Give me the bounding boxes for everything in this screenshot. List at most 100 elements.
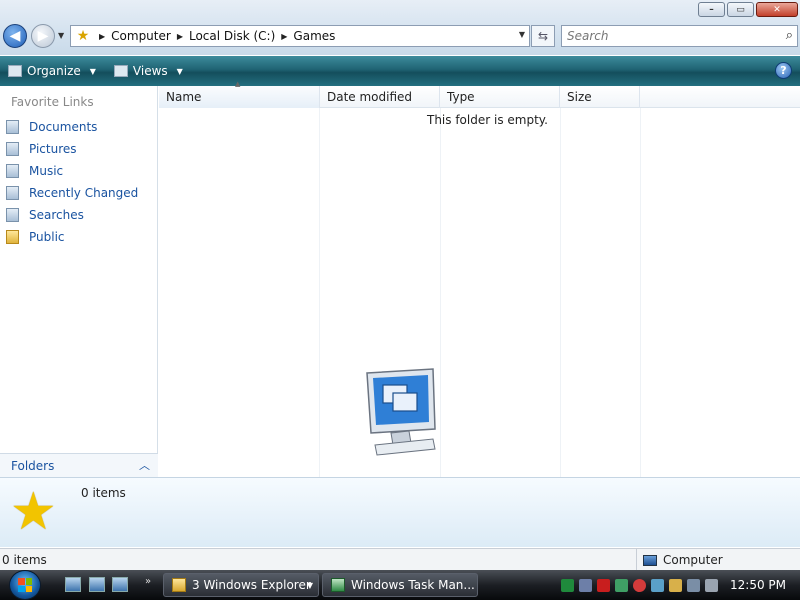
chevron-right-icon[interactable]: ▶ <box>281 32 287 41</box>
task-manager-icon <box>331 578 345 592</box>
chevron-right-icon[interactable]: ▶ <box>99 32 105 41</box>
column-header-size[interactable]: Size <box>560 86 640 108</box>
chevron-right-icon[interactable]: ▶ <box>177 32 183 41</box>
column-label: Type <box>447 90 475 104</box>
favorite-links-heading: Favorite Links <box>11 95 94 109</box>
minimize-button[interactable]: – <box>698 2 725 17</box>
start-button[interactable] <box>9 570 41 600</box>
pictures-icon <box>6 142 19 156</box>
column-label: Size <box>567 90 592 104</box>
search-icon[interactable]: ⌕ <box>786 28 793 43</box>
details-item-count: 0 items <box>81 486 126 500</box>
help-button[interactable]: ? <box>775 62 792 79</box>
column-divider <box>319 108 320 477</box>
nav-link-label: Public <box>29 230 65 244</box>
show-desktop-icon[interactable] <box>65 577 81 592</box>
music-icon <box>6 164 19 178</box>
nav-link-searches[interactable]: Searches <box>6 208 84 222</box>
column-divider <box>440 108 441 477</box>
tray-device-icon[interactable] <box>651 578 664 592</box>
back-button[interactable]: ◀ <box>3 24 27 48</box>
column-label: Name <box>166 90 202 104</box>
tray-help-icon[interactable] <box>597 578 610 592</box>
status-location: Computer <box>636 549 723 570</box>
quick-launch-more-icon[interactable]: » <box>145 576 151 587</box>
window-controls: – ▭ ✕ <box>698 2 798 17</box>
sort-ascending-icon: ▲ <box>235 80 241 88</box>
nav-link-public[interactable]: Public <box>6 230 65 244</box>
recently-changed-icon <box>6 186 19 200</box>
column-label: Date modified <box>327 90 413 104</box>
chevron-down-icon: ▼ <box>89 66 96 76</box>
nav-link-label: Searches <box>29 208 84 222</box>
breadcrumb-computer[interactable]: Computer <box>111 29 171 43</box>
clock[interactable]: 12:50 PM <box>730 578 786 592</box>
folder-icon <box>172 578 186 592</box>
nav-link-music[interactable]: Music <box>6 164 63 178</box>
taskbar-button-windows-explorer[interactable]: 3 Windows Explorer ▼ <box>163 573 319 597</box>
organize-label: Organize <box>27 64 81 78</box>
views-icon <box>113 65 128 77</box>
tray-sync-icon[interactable] <box>615 578 628 592</box>
file-list: Name ▲ Date modified Type Size This fold… <box>159 80 800 477</box>
tray-update-icon[interactable] <box>669 578 682 592</box>
details-pane: ★ 0 items <box>0 477 800 547</box>
monitor-icon <box>366 368 436 456</box>
breadcrumb-local-disk[interactable]: Local Disk (C:) <box>189 29 275 43</box>
tray-network-icon[interactable] <box>579 578 592 592</box>
empty-folder-message: This folder is empty. <box>427 113 548 127</box>
status-item-count: 0 items <box>2 553 47 567</box>
favorites-star-icon: ★ <box>10 482 57 542</box>
breadcrumb-games[interactable]: Games <box>293 29 335 43</box>
searches-icon <box>6 208 19 222</box>
views-button[interactable]: Views ▼ <box>113 64 183 78</box>
nav-link-label: Pictures <box>29 142 77 156</box>
refresh-icon: ⇆ <box>537 29 549 43</box>
volume-muted-icon[interactable] <box>705 578 718 592</box>
forward-arrow-icon: ▶ <box>37 28 49 44</box>
recent-pages-dropdown[interactable]: ▼ <box>58 31 64 40</box>
chevron-down-icon: ▼ <box>306 580 313 590</box>
nav-link-recently-changed[interactable]: Recently Changed <box>6 186 138 200</box>
refresh-button[interactable]: ⇆ <box>531 25 555 47</box>
column-header-date-modified[interactable]: Date modified <box>320 86 440 108</box>
maximize-button[interactable]: ▭ <box>727 2 754 17</box>
internet-explorer-icon[interactable] <box>112 577 128 592</box>
folders-toggle[interactable]: Folders ︿ <box>0 453 158 477</box>
documents-icon <box>6 120 19 134</box>
computer-icon <box>643 554 657 566</box>
windows-logo-icon <box>18 578 32 592</box>
nav-link-label: Documents <box>29 120 98 134</box>
status-location-label: Computer <box>663 553 723 567</box>
nav-link-label: Music <box>29 164 64 178</box>
back-arrow-icon: ◀ <box>9 28 21 44</box>
tray-app-icon[interactable] <box>561 578 574 592</box>
explorer-window: – ▭ ✕ ◀ ▶ ▼ ★ ▶ Computer ▶ Local Disk (C… <box>0 0 800 570</box>
chevron-down-icon: ▼ <box>176 66 183 76</box>
taskbar: » 3 Windows Explorer ▼ Windows Task Man.… <box>0 570 800 600</box>
tray-connection-icon[interactable] <box>687 578 700 592</box>
command-bar: Organize ▼ Views ▼ ? <box>0 56 800 86</box>
search-input[interactable]: Search ⌕ <box>561 25 798 47</box>
task-label: 3 Windows Explorer <box>192 578 311 592</box>
nav-link-label: Recently Changed <box>29 186 139 200</box>
column-header-name[interactable]: Name ▲ <box>159 80 320 108</box>
address-bar[interactable]: ★ ▶ Computer ▶ Local Disk (C:) ▶ Games ▼ <box>70 25 530 47</box>
forward-button[interactable]: ▶ <box>31 24 55 48</box>
close-button[interactable]: ✕ <box>756 2 798 17</box>
organize-button[interactable]: Organize ▼ <box>8 64 96 78</box>
chevron-up-icon: ︿ <box>139 459 150 472</box>
nav-link-documents[interactable]: Documents <box>6 120 97 134</box>
nav-link-pictures[interactable]: Pictures <box>6 142 77 156</box>
status-bar: 0 items Computer <box>0 548 800 570</box>
organize-icon <box>8 65 22 77</box>
task-label: Windows Task Man... <box>351 578 475 592</box>
views-label: Views <box>132 64 168 78</box>
title-address-bar: – ▭ ✕ ◀ ▶ ▼ ★ ▶ Computer ▶ Local Disk (C… <box>0 0 800 55</box>
switch-windows-icon[interactable] <box>89 577 105 592</box>
address-dropdown-icon[interactable]: ▼ <box>519 30 525 39</box>
column-header-type[interactable]: Type <box>440 86 560 108</box>
tray-security-icon[interactable] <box>633 578 646 592</box>
column-divider <box>560 108 561 477</box>
taskbar-button-task-manager[interactable]: Windows Task Man... <box>322 573 478 597</box>
